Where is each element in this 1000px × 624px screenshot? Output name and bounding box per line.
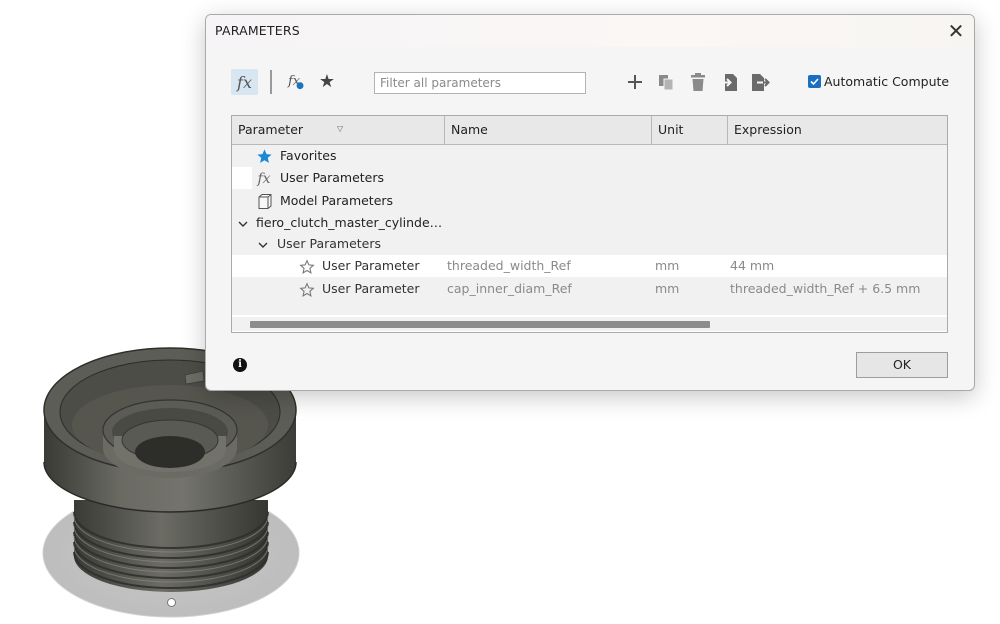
doc-user-parameters-label: User Parameters [277,236,382,251]
doc-user-parameters-row[interactable]: User Parameters [232,233,947,255]
info-icon[interactable]: i [233,358,247,372]
checkbox-checked-icon[interactable] [808,75,821,88]
parameter-type: User Parameter [322,281,420,296]
document-name: fiero_clutch_master_cylinde… [256,215,443,230]
group-label-user-parameters: User Parameters [280,170,385,185]
table-row[interactable]: User Parameter threaded_width_Ref mm 44 … [232,255,947,277]
fx-parameters-button[interactable]: fx [231,69,258,95]
sort-chevron-icon: ▽ [337,124,344,133]
fx-icon: fx [237,72,252,92]
parameters-toolbar: fx fx ● ★ Automatic Compu [206,67,974,99]
person-icon: ● [296,81,304,91]
document-row[interactable]: fiero_clutch_master_cylinde… [232,212,947,234]
fx-icon: fx [257,170,271,187]
table-body: Favorites fx User Parameters Model Param… [232,145,947,315]
copy-icon[interactable] [656,71,676,93]
delete-icon[interactable] [688,71,708,93]
pivot-point-marker[interactable] [167,598,176,607]
table-row[interactable]: User Parameter cap_inner_diam_Ref mm thr… [232,278,947,300]
group-row-model-parameters[interactable]: Model Parameters [232,190,947,212]
cube-icon [255,193,273,210]
parameter-expression[interactable]: threaded_width_Ref + 6.5 mm [730,278,920,300]
chevron-down-icon[interactable] [236,216,250,230]
chevron-down-icon[interactable] [256,237,270,251]
ok-button[interactable]: OK [856,352,948,378]
parameter-unit[interactable]: mm [655,255,679,277]
favorites-filter-button[interactable]: ★ [316,67,338,95]
user-parameter-fx-button[interactable]: fx ● [284,67,308,95]
parameter-name[interactable]: cap_inner_diam_Ref [447,278,572,300]
export-icon[interactable] [750,71,770,93]
add-icon[interactable] [625,71,645,93]
parameters-dialog: PARAMETERS ✕ fx fx ● ★ Filter all parame… [205,14,975,391]
parameter-type: User Parameter [322,258,420,273]
automatic-compute-label: Automatic Compute [824,74,950,89]
dialog-titlebar[interactable]: PARAMETERS ✕ [206,15,974,47]
close-icon[interactable]: ✕ [944,19,968,43]
row-gutter [232,167,252,189]
star-outline-icon[interactable] [298,258,316,275]
scrollbar-thumb[interactable] [250,321,710,328]
import-icon[interactable] [719,71,739,93]
column-header-expression[interactable]: Expression [727,116,947,144]
group-label-model-parameters: Model Parameters [280,193,394,208]
parameter-name[interactable]: threaded_width_Ref [447,255,571,277]
parameters-table: Parameter ▽ Name Unit Expression Favorit… [231,115,948,333]
star-outline-icon[interactable] [298,281,316,298]
horizontal-scrollbar[interactable] [232,317,947,331]
star-icon: ★ [318,70,336,92]
column-header-unit[interactable]: Unit [651,116,727,144]
automatic-compute-checkbox[interactable]: Automatic Compute [808,74,949,89]
column-header-parameter[interactable]: Parameter ▽ [232,116,444,144]
parameter-unit[interactable]: mm [655,278,679,300]
toolbar-divider [270,70,272,94]
group-row-user-parameters[interactable]: fx User Parameters [232,167,947,189]
group-row-favorites[interactable]: Favorites [232,145,947,167]
column-header-name[interactable]: Name [444,116,651,144]
parameter-expression[interactable]: 44 mm [730,255,774,277]
group-label-favorites: Favorites [280,148,337,163]
table-header: Parameter ▽ Name Unit Expression [232,116,947,145]
star-filled-icon [255,148,273,165]
dialog-title: PARAMETERS [215,23,300,38]
filter-parameters-input[interactable] [374,72,586,94]
